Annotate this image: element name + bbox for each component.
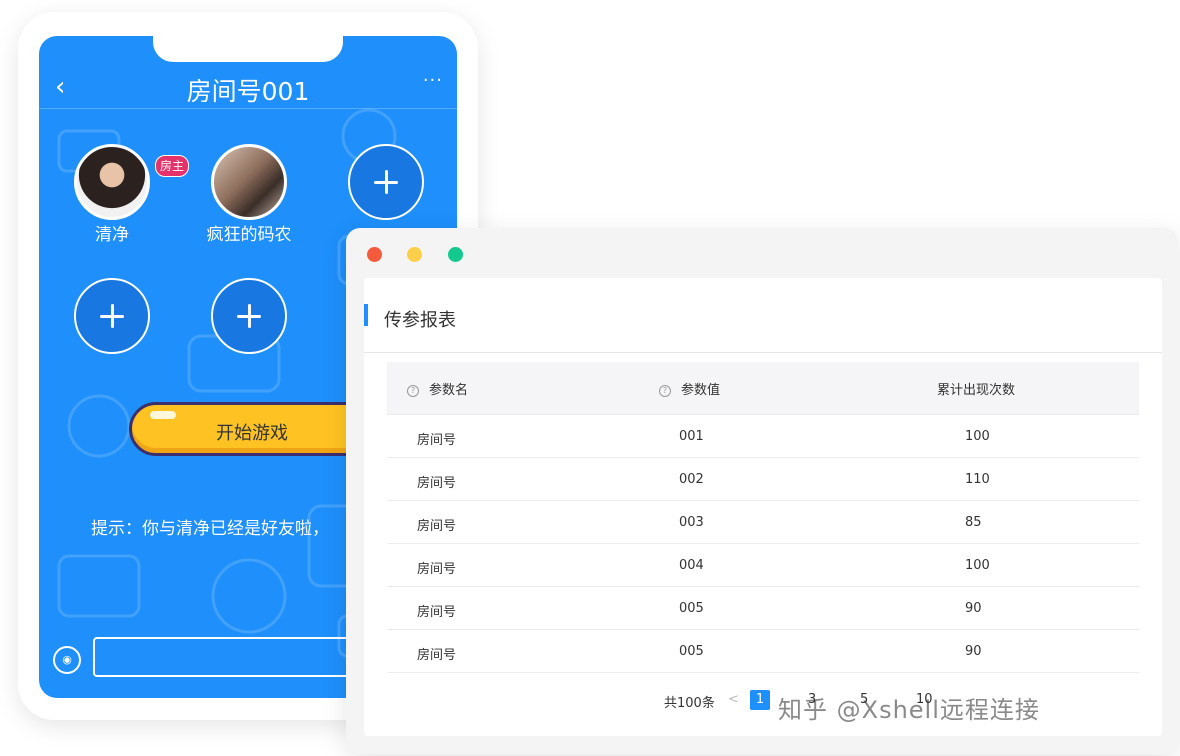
cell-value: 005 — [679, 644, 704, 659]
col-count[interactable]: 累计出现次数 — [937, 379, 1015, 398]
cell-count: 100 — [965, 558, 990, 573]
cell-name: 房间号 — [417, 476, 457, 491]
cell-value: 003 — [679, 515, 704, 530]
table-row[interactable]: 房间号 004 100 — [387, 544, 1139, 587]
table-header: ? 参数名 ? 参数值 累计出现次数 — [387, 362, 1139, 415]
cell-value: 001 — [679, 429, 704, 444]
cell-count: 85 — [965, 515, 982, 530]
cell-count: 90 — [965, 601, 982, 616]
seat-name-1: 清净 — [95, 225, 129, 245]
title-divider — [364, 352, 1162, 353]
nav-divider — [39, 108, 457, 109]
col-param-name[interactable]: ? 参数名 — [407, 379, 468, 398]
table-row[interactable]: 房间号 005 90 — [387, 630, 1139, 673]
cell-value: 005 — [679, 601, 704, 616]
cell-name: 房间号 — [417, 519, 457, 534]
help-icon[interactable]: ? — [407, 385, 419, 397]
more-icon[interactable]: ··· — [423, 70, 443, 91]
tip-text: 提示：你与清净已经是好友啦， — [91, 519, 329, 539]
close-window-dot[interactable] — [367, 247, 382, 262]
help-icon[interactable]: ? — [659, 385, 671, 397]
cell-name: 房间号 — [417, 433, 457, 448]
cell-count: 100 — [965, 429, 990, 444]
col-param-value[interactable]: ? 参数值 — [659, 379, 720, 398]
add-seat-button[interactable] — [74, 278, 150, 354]
start-game-label: 开始游戏 — [216, 423, 288, 444]
avatar-coder[interactable] — [211, 144, 287, 220]
cell-name: 房间号 — [417, 562, 457, 577]
cell-value: 002 — [679, 472, 704, 487]
table-row[interactable]: 房间号 003 85 — [387, 501, 1139, 544]
page-button-current[interactable]: 1 — [750, 690, 770, 710]
panel-title: 传参报表 — [384, 310, 456, 331]
room-title: 房间号001 — [186, 77, 310, 106]
button-shine — [150, 411, 176, 419]
owner-badge: 房主 — [155, 155, 190, 177]
table-row[interactable]: 房间号 005 90 — [387, 587, 1139, 630]
minimize-window-dot[interactable] — [407, 247, 422, 262]
cell-name: 房间号 — [417, 648, 457, 663]
add-seat-button[interactable] — [348, 144, 424, 220]
seat-name-2: 疯狂的码农 — [206, 225, 292, 245]
voice-icon[interactable]: ◉ — [53, 646, 81, 674]
phone-notch — [153, 36, 343, 62]
avatar-qingjing[interactable] — [74, 144, 150, 220]
cell-count: 110 — [965, 472, 990, 487]
pagination-total: 共100条 — [664, 696, 715, 711]
param-table: ? 参数名 ? 参数值 累计出现次数 房间号 001 100 房间号 002 110… — [387, 362, 1139, 673]
watermark: 知乎 @Xshell远程连接 — [778, 696, 1040, 724]
table-row[interactable]: 房间号 002 110 — [387, 458, 1139, 501]
title-accent-bar — [364, 304, 368, 326]
prev-page-button[interactable]: < — [728, 692, 739, 707]
table-row[interactable]: 房间号 001 100 — [387, 415, 1139, 458]
maximize-window-dot[interactable] — [448, 247, 463, 262]
cell-value: 004 — [679, 558, 704, 573]
add-seat-button[interactable] — [211, 278, 287, 354]
cell-name: 房间号 — [417, 605, 457, 620]
report-panel: 传参报表 ? 参数名 ? 参数值 累计出现次数 房间号 001 100 房间号 00… — [364, 278, 1162, 736]
report-window: 传参报表 ? 参数名 ? 参数值 累计出现次数 房间号 001 100 房间号 00… — [346, 228, 1178, 754]
cell-count: 90 — [965, 644, 982, 659]
